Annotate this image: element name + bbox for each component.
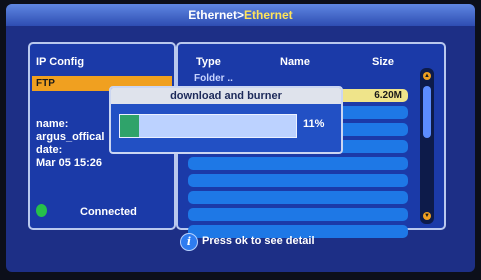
progress-bar <box>119 114 297 138</box>
progress-bar-fill <box>120 115 140 137</box>
title-bar: Ethernet>Ethernet <box>6 4 475 26</box>
file-row[interactable] <box>188 191 408 204</box>
file-row[interactable] <box>188 208 408 221</box>
title-current: Ethernet <box>244 8 293 22</box>
file-row-parent-folder[interactable]: Folder .. <box>188 72 408 85</box>
stb-screen: Ethernet>Ethernet IP Config FTP name: ar… <box>6 4 475 272</box>
ip-config-header: IP Config <box>36 56 85 68</box>
file-type: Folder .. <box>194 73 233 84</box>
info-icon: i <box>180 233 198 251</box>
dialog-title: download and burner <box>111 88 341 104</box>
column-type-header: Type <box>196 56 221 68</box>
scroll-down-icon[interactable]: ▼ <box>423 212 431 220</box>
file-size: 6.20M <box>374 90 402 101</box>
connection-status-icon <box>36 204 47 217</box>
title-separator: > <box>236 8 244 22</box>
name-value: argus_offical <box>36 131 105 143</box>
file-row[interactable] <box>188 157 408 170</box>
column-name-header: Name <box>280 56 310 68</box>
name-label: name: <box>36 118 69 130</box>
scroll-up-icon[interactable]: ▲ <box>423 72 431 80</box>
file-list-scrollbar[interactable]: ▲ ▼ <box>420 68 434 224</box>
column-size-header: Size <box>372 56 395 68</box>
file-row[interactable] <box>188 174 408 187</box>
footer-hint-text: Press ok to see detail <box>202 235 315 247</box>
progress-percent-text: 11% <box>303 118 325 130</box>
download-burner-dialog: download and burner 11% <box>109 86 343 154</box>
connection-status: Connected <box>80 206 137 218</box>
date-value: Mar 05 15:26 <box>36 157 103 169</box>
scroll-thumb[interactable] <box>423 86 431 138</box>
date-label: date: <box>36 144 63 156</box>
footer-hint: i Press ok to see detail <box>6 230 475 260</box>
title-parent: Ethernet <box>188 8 237 22</box>
